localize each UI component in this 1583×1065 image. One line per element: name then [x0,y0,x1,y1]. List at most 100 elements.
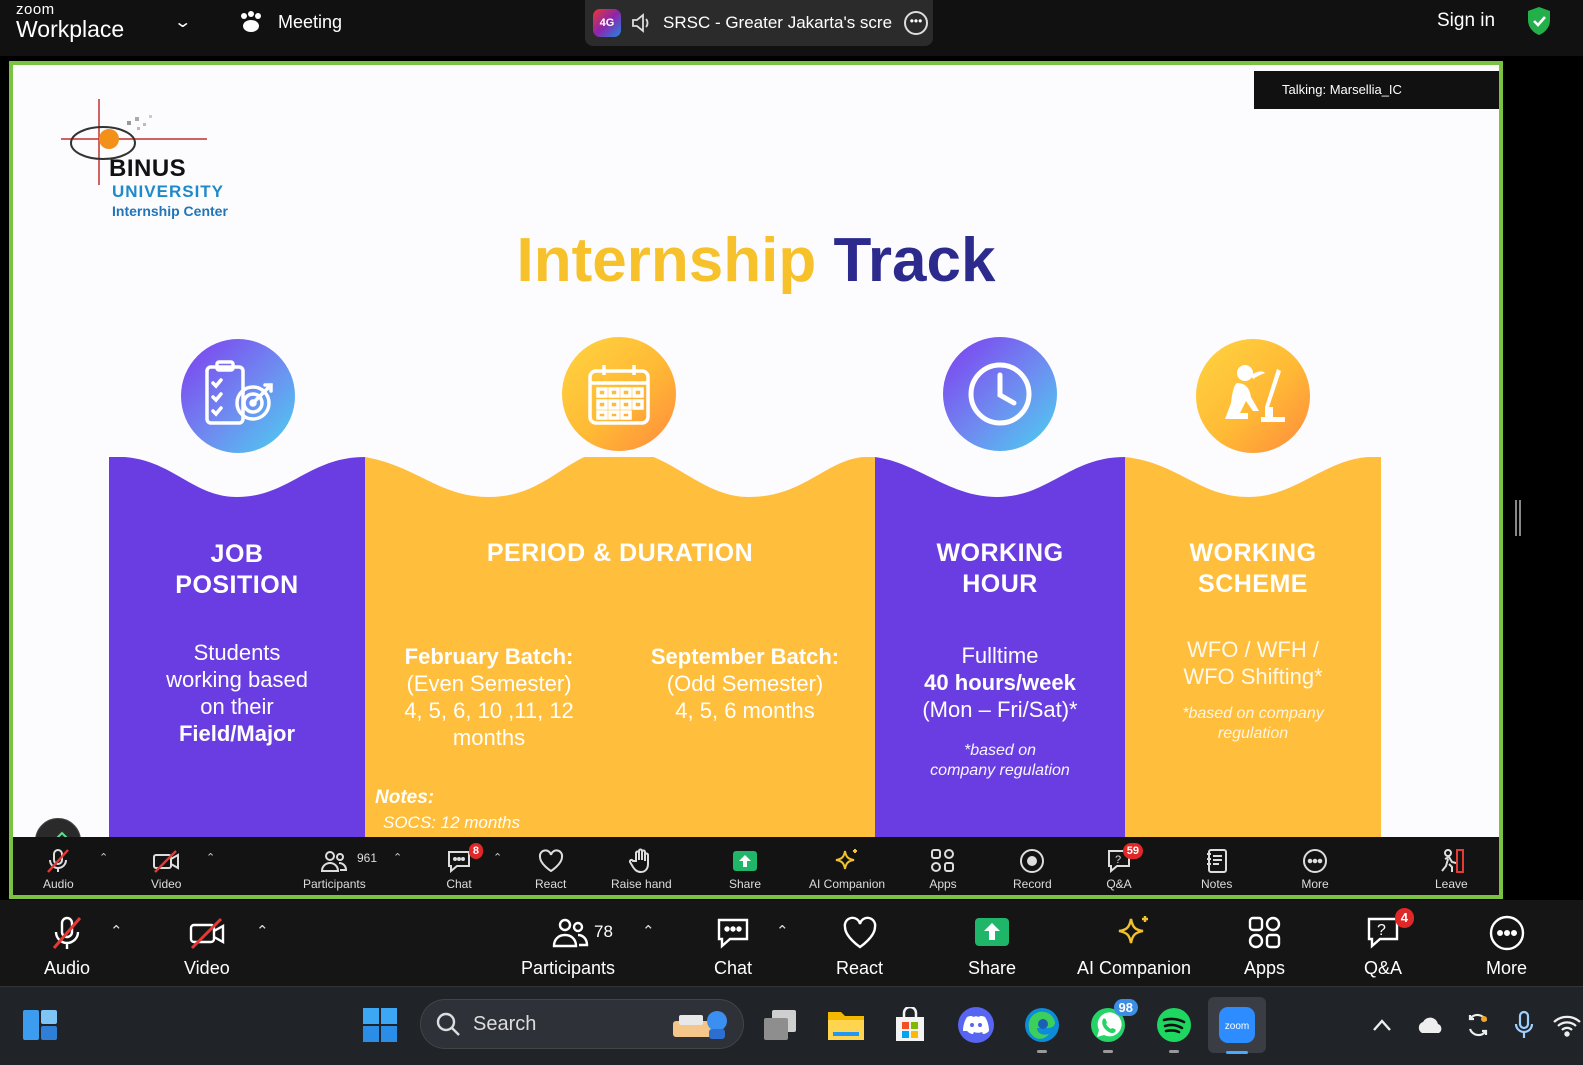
participants-options-caret-icon[interactable]: ⌃ [642,922,655,940]
start-button[interactable] [360,1005,400,1045]
notes-title: Notes: [375,787,435,808]
sign-in-link[interactable]: Sign in [1437,10,1495,32]
more-label: More [1486,958,1528,978]
share-screen-icon [975,918,1010,946]
onedrive-button[interactable] [1410,1005,1450,1045]
inner-audio-button[interactable]: Audio [43,847,74,891]
wifi-tray-button[interactable] [1550,1005,1583,1045]
calendar-icon [588,365,650,425]
taskbar-search[interactable]: Search [420,999,744,1049]
meeting-menu-button[interactable]: Meeting [238,10,342,34]
zoom-taskbar-button[interactable]: zoom [1208,997,1266,1054]
inner-chat-button[interactable]: 8 Chat [445,843,483,891]
discord-button[interactable] [956,1005,996,1045]
ai-companion-label: AI Companion [1077,958,1192,978]
spotify-button[interactable] [1154,1005,1194,1053]
inner-apps-button[interactable]: Apps [929,847,957,891]
job-position-heading-2: POSITION [175,571,299,599]
inner-audio-caret-icon[interactable]: ⌃ [99,851,108,864]
ai-companion-button[interactable]: AI Companion [1077,914,1191,979]
shared-zoom-toolbar: Audio ⌃ Video ⌃ Participants 961 ⌃ 8 Cha… [13,837,1499,895]
inner-raise-hand-button[interactable]: Raise hand [611,847,672,891]
brand-big-text: Workplace [16,16,125,42]
slide-title: Internship Track [13,225,1499,296]
security-shield-icon[interactable] [1526,6,1552,36]
microsoft-store-button[interactable] [890,1005,930,1045]
audio-options-caret-icon[interactable]: ⌃ [110,922,123,940]
file-explorer-button[interactable] [826,1005,866,1045]
svg-text:zoom: zoom [1225,1021,1249,1032]
audio-button[interactable]: Audio [44,914,90,979]
share-button[interactable]: Share [968,914,1016,979]
chat-options-caret-icon[interactable]: ⌃ [776,922,789,940]
working-scheme-heading-1: WORKING [1189,539,1317,567]
task-view-button[interactable] [760,1005,800,1045]
february-batch-block: February Batch: (Even Semester) 4, 5, 6,… [383,643,595,751]
inner-more-label: More [1301,877,1329,891]
inner-chat-caret-icon[interactable]: ⌃ [493,851,502,864]
inner-react-button[interactable]: React [535,847,566,891]
svg-text:?: ? [1377,922,1386,939]
september-batch-line2: 4, 5, 6 months [675,698,815,723]
sync-button[interactable] [1458,1005,1498,1045]
apps-icon [1248,916,1280,949]
widgets-button[interactable] [20,1005,60,1045]
inner-video-button[interactable]: Video [151,847,181,891]
react-label: React [836,958,884,978]
edge-browser-icon [1025,1008,1059,1042]
chat-button[interactable]: Chat [714,914,752,979]
inner-participants-label: Participants [303,877,366,891]
working-hour-line2: 40 hours/week [924,670,1076,695]
working-hour-note2: company regulation [930,762,1070,779]
inner-record-button[interactable]: Record [1013,847,1052,891]
whatsapp-button[interactable]: 98 [1088,999,1138,1053]
react-button[interactable]: React [836,914,883,979]
logo-university-text: UNIVERSITY [112,182,225,201]
share-title: SRSC - Greater Jakarta's scre [663,13,893,32]
inner-chat-badge: 8 [468,843,483,859]
inner-chat-label: Chat [446,877,472,891]
apps-icon [931,849,954,872]
video-options-caret-icon[interactable]: ⌃ [256,922,269,940]
qa-button[interactable]: ? 4 Q&A [1364,908,1414,979]
inner-qa-button[interactable]: ? 59 Q&A [1105,843,1143,891]
job-position-line1: Students [193,640,281,665]
shared-app-icon: 4G [593,9,621,37]
edge-button[interactable] [1022,1005,1062,1053]
inner-notes-button[interactable]: Notes [1201,847,1232,891]
job-position-column: JOB POSITION Students working based on t… [109,539,365,747]
brand-menu-chevron-icon[interactable]: ⌄ [173,12,192,32]
ai-sparkle-icon [1118,916,1149,944]
inner-participants-caret-icon[interactable]: ⌃ [393,851,402,864]
share-more-icon[interactable]: ••• [904,11,929,35]
video-button[interactable]: Video [184,914,230,979]
meeting-label: Meeting [278,11,343,32]
inner-ai-companion-button[interactable]: AI Companion [809,847,885,891]
working-scheme-line2: WFO Shifting* [1183,664,1323,689]
whatsapp-badge: 98 [1113,999,1138,1016]
inner-apps-label: Apps [929,877,957,891]
inner-leave-label: Leave [1435,877,1468,891]
inner-share-button[interactable]: Share [729,847,761,891]
sync-icon [1468,1013,1488,1037]
share-screen-icon [733,851,758,871]
chat-label: Chat [714,958,753,978]
inner-share-label: Share [729,877,762,891]
inner-ai-companion-label: AI Companion [809,877,886,891]
heart-icon [843,916,876,949]
show-hidden-icons-button[interactable] [1362,1005,1402,1045]
panel-resize-handle[interactable] [1515,500,1521,536]
more-button[interactable]: More [1486,914,1527,979]
apps-button[interactable]: Apps [1244,914,1285,979]
inner-leave-button[interactable]: Leave [1435,847,1468,891]
speaker-icon[interactable] [631,13,653,33]
screen-share-indicator[interactable]: 4G SRSC - Greater Jakarta's scre ••• [585,0,933,46]
logo-binus-text: BINUS [109,155,187,182]
microphone-tray-button[interactable] [1504,1005,1544,1045]
inner-more-button[interactable]: More [1301,847,1329,891]
inner-notes-label: Notes [1201,877,1233,891]
search-label: Search [473,1012,537,1035]
working-scheme-column: WORKING SCHEME WFO / WFH / WFO Shifting*… [1125,538,1381,744]
september-batch-line1: (Odd Semester) [666,671,824,696]
inner-video-caret-icon[interactable]: ⌃ [206,851,215,864]
